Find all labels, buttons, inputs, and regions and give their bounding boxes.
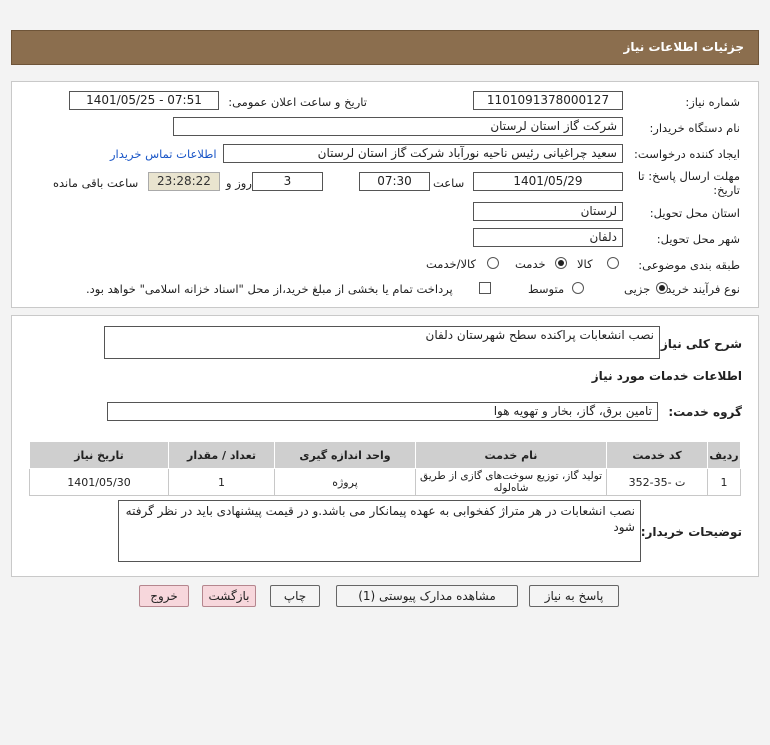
category-radio-service[interactable] (555, 257, 567, 269)
cell-unit: پروژه (274, 468, 416, 496)
category-option-goods-service: کالا/خدمت (426, 257, 477, 271)
category-radio-goods-service[interactable] (487, 257, 499, 269)
cell-service-name: تولید گاز، توزیع سوخت‌های گازی از طریق ش… (415, 468, 607, 496)
province-label: استان محل تحویل: (649, 206, 740, 220)
column-header-need-date: تاریخ نیاز (29, 441, 169, 469)
announce-label: تاریخ و ساعت اعلان عمومی: (228, 95, 367, 109)
need-number-field: 1101091378000127 (473, 91, 623, 110)
column-header-service-name: نام خدمت (415, 441, 607, 469)
need-info-panel (11, 81, 759, 308)
column-header-quantity: تعداد / مقدار (168, 441, 275, 469)
table-header-row: ردیف کد خدمت نام خدمت واحد اندازه گیری ت… (29, 441, 741, 469)
summary-field: نصب انشعابات پراکنده سطح شهرستان دلفان (104, 326, 660, 359)
buyer-org-field: شرکت گاز استان لرستان (173, 117, 623, 136)
purchase-option-minor: جزیی (624, 282, 651, 296)
deadline-time-field: 07:30 (359, 172, 430, 191)
category-option-service: خدمت (515, 257, 546, 271)
category-radio-goods[interactable] (607, 257, 619, 269)
province-field: لرستان (473, 202, 623, 221)
cell-service-code: ت -35-352 (606, 468, 708, 496)
table-row: 1 ت -35-352 تولید گاز، توزیع سوخت‌های گا… (29, 468, 741, 496)
view-attachments-button[interactable]: مشاهده مدارک پیوستی (1) (336, 585, 518, 607)
days-label: روز و (226, 176, 252, 190)
column-header-row-number: ردیف (707, 441, 741, 469)
deadline-label: مهلت ارسال پاسخ: تا (637, 169, 740, 183)
need-number-label: شماره نیاز: (685, 95, 740, 109)
city-label: شهر محل تحویل: (656, 232, 740, 246)
column-header-unit: واحد اندازه گیری (274, 441, 416, 469)
summary-label: شرح کلی نیاز: (656, 337, 742, 351)
deadline-label-date: تاریخ: (713, 183, 740, 197)
creator-label: ایجاد کننده درخواست: (634, 147, 740, 161)
creator-field: سعید چراغیانی رئیس ناحیه نورآباد شرکت گا… (223, 144, 623, 163)
remaining-time-label: ساعت باقی مانده (53, 176, 139, 190)
purchase-option-medium: متوسط (528, 282, 565, 296)
deadline-time-label: ساعت (433, 176, 465, 190)
days-field: 3 (252, 172, 323, 191)
category-option-goods: کالا (577, 257, 593, 271)
exit-button[interactable]: خروج (139, 585, 189, 607)
buyer-notes-field: نصب انشعابات در هر متراژ کفخوابی به عهده… (118, 500, 641, 562)
deadline-date-field: 1401/05/29 (473, 172, 623, 191)
service-group-label: گروه خدمت: (668, 405, 742, 419)
service-group-field: تامین برق، گاز، بخار و تهویه هوا (107, 402, 658, 421)
page-header: جزئیات اطلاعات نیاز (11, 30, 759, 65)
buyer-notes-label: توضیحات خریدار: (640, 525, 742, 539)
cell-need-date: 1401/05/30 (29, 468, 169, 496)
cell-quantity: 1 (168, 468, 275, 496)
back-button[interactable]: بازگشت (202, 585, 256, 607)
purchase-type-label: نوع فرآیند خرید : (658, 282, 740, 296)
buyer-org-label: نام دستگاه خریدار: (649, 121, 740, 135)
purchase-radio-minor[interactable] (656, 282, 668, 294)
page-title: جزئیات اطلاعات نیاز (623, 40, 744, 54)
treasury-payment-note: پرداخت تمام یا بخشی از مبلغ خرید،از محل … (86, 282, 453, 296)
purchase-radio-medium[interactable] (572, 282, 584, 294)
reply-button[interactable]: پاسخ به نیاز (529, 585, 619, 607)
category-label: طبقه بندی موضوعی: (638, 258, 740, 272)
announce-field: 1401/05/25 - 07:51 (69, 91, 219, 110)
cell-row-number: 1 (707, 468, 741, 496)
remaining-time-display: 23:28:22 (148, 172, 220, 191)
city-field: دلفان (473, 228, 623, 247)
column-header-service-code: کد خدمت (606, 441, 708, 469)
buyer-contact-link[interactable]: اطلاعات تماس خریدار (110, 147, 217, 161)
print-button[interactable]: چاپ (270, 585, 320, 607)
services-section-title: اطلاعات خدمات مورد نیاز (591, 369, 742, 383)
services-table: ردیف کد خدمت نام خدمت واحد اندازه گیری ت… (29, 441, 741, 496)
treasury-payment-checkbox[interactable] (479, 282, 491, 294)
